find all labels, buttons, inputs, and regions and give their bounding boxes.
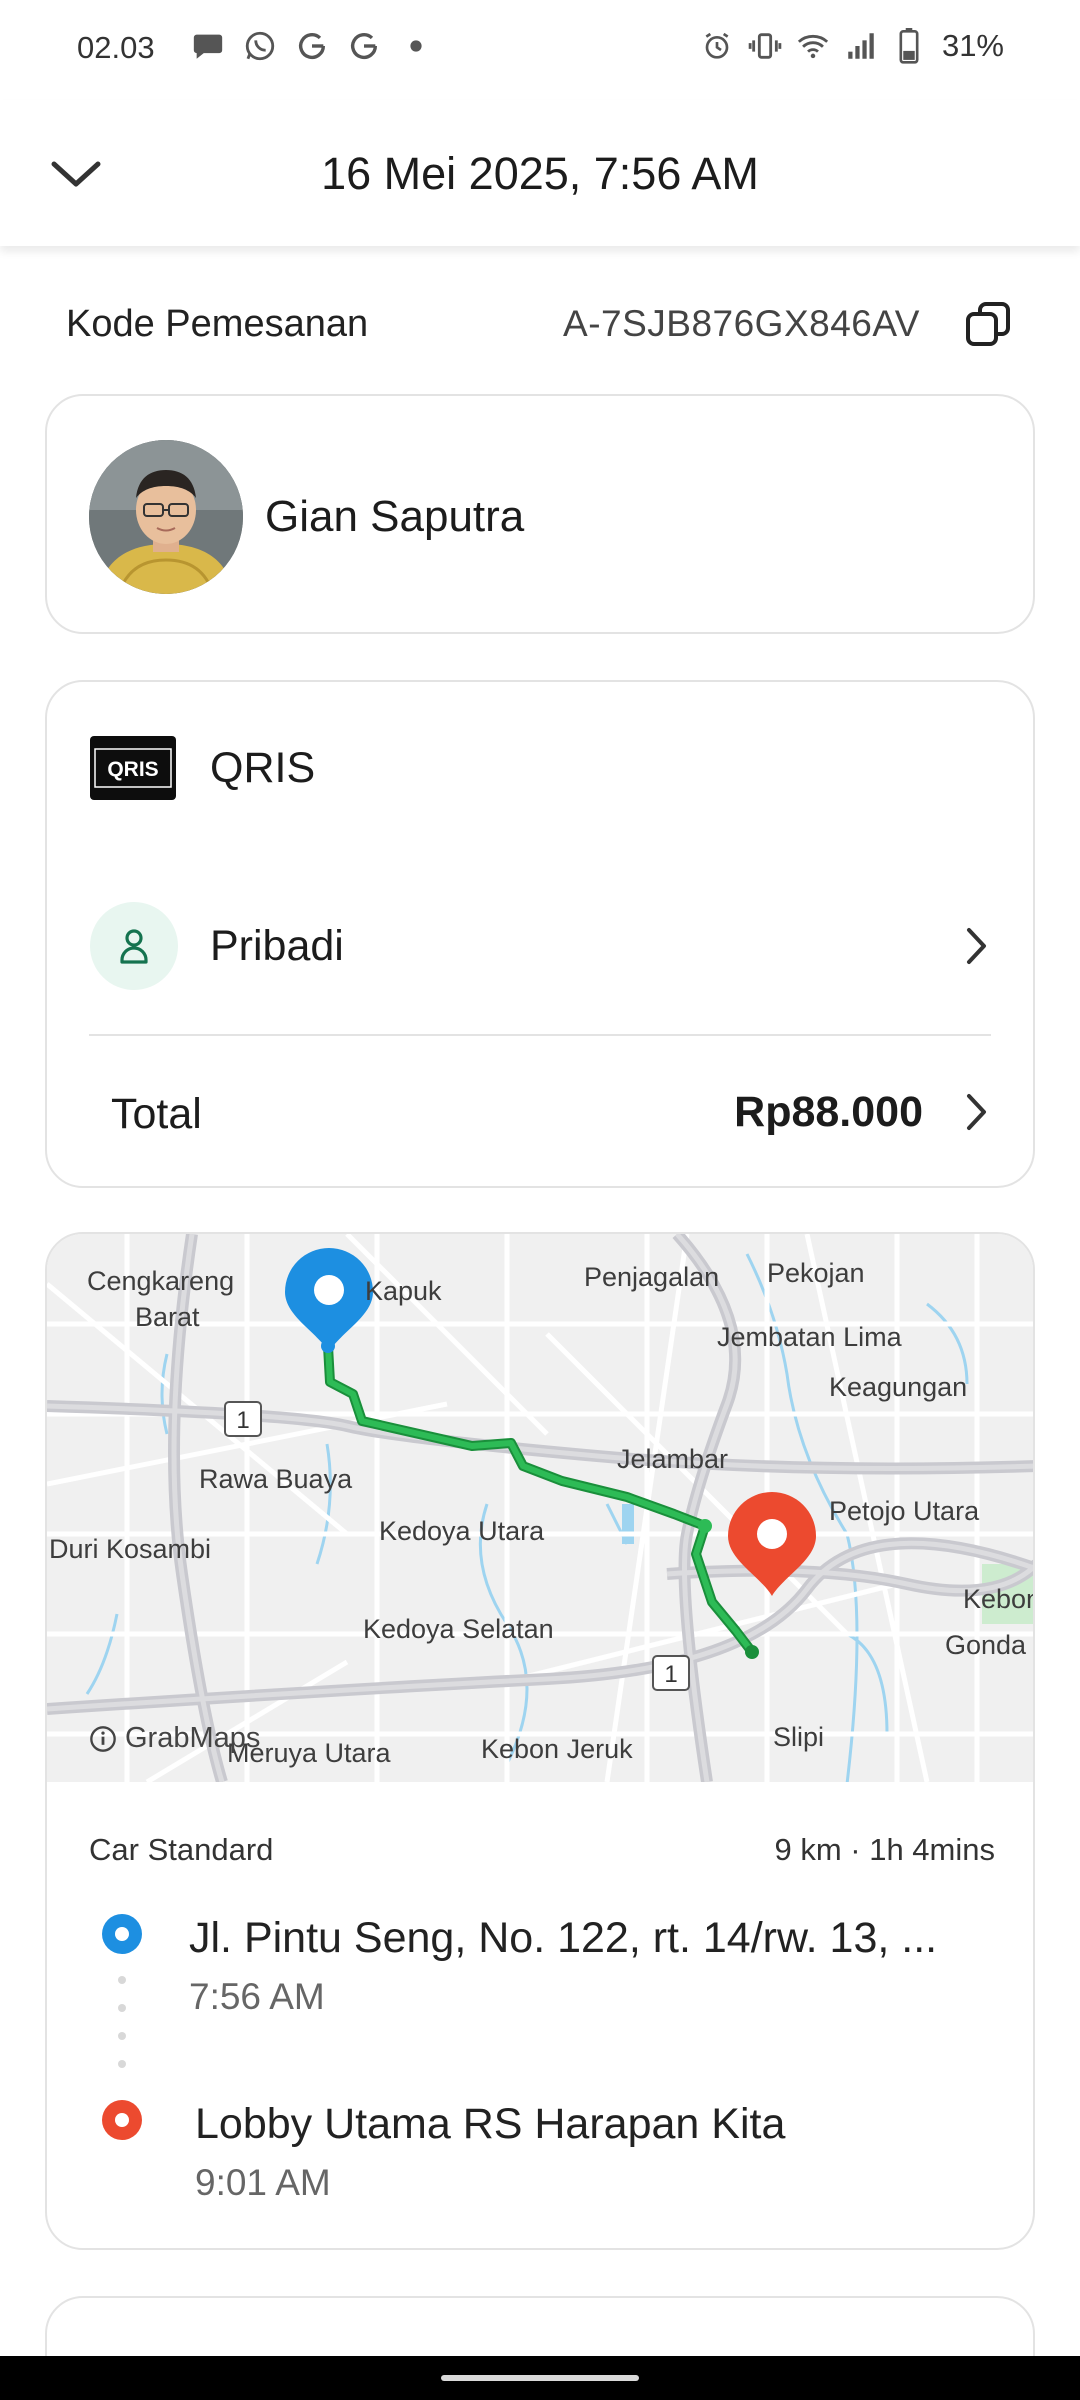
route-dot xyxy=(118,2032,126,2040)
whatsapp-icon xyxy=(242,28,278,64)
status-bar: 02.03 31% xyxy=(0,0,1080,100)
map-label: Kedoya Utara xyxy=(379,1516,545,1546)
home-handle[interactable] xyxy=(441,2375,639,2381)
vibrate-icon xyxy=(748,28,782,64)
map-label: Kapuk xyxy=(365,1276,442,1306)
map-label: Kebon Jeruk xyxy=(481,1734,633,1764)
chevron-right-icon xyxy=(957,1092,997,1132)
map-label: Kedoya Selatan xyxy=(363,1614,554,1644)
pickup-address: Jl. Pintu Seng, No. 122, rt. 14/rw. 13, … xyxy=(189,1914,938,1962)
map-label: Penjagalan xyxy=(584,1262,720,1292)
booking-code-label: Kode Pemesanan xyxy=(66,302,369,345)
map-label: Petojo Utara xyxy=(829,1496,980,1526)
dropoff-time: 9:01 AM xyxy=(195,2162,331,2203)
battery-percentage: 31% xyxy=(941,28,1004,63)
total-label: Total xyxy=(111,1090,202,1138)
header: 16 Mei 2025, 7:56 AM xyxy=(0,100,1080,246)
avatar xyxy=(89,440,243,594)
road-shield: 1 xyxy=(652,1655,690,1691)
google-icon xyxy=(346,28,382,64)
route-dot xyxy=(118,2004,126,2012)
route-map[interactable]: 1 1 Cengkareng Barat Kapuk Penjagalan Pe… xyxy=(47,1234,1035,1782)
chat-bubble-icon xyxy=(190,28,226,64)
map-label: Jelambar xyxy=(617,1444,729,1474)
total-value: Rp88.000 xyxy=(734,1088,923,1136)
dot-icon xyxy=(398,28,434,64)
map-label: Keagungan xyxy=(829,1372,968,1402)
battery-icon xyxy=(892,28,926,64)
chevron-right-icon xyxy=(957,926,997,966)
map-label: Gonda xyxy=(945,1630,1027,1660)
trip-card: 1 1 Cengkareng Barat Kapuk Penjagalan Pe… xyxy=(45,1232,1035,2250)
vehicle-type: Car Standard xyxy=(89,1832,274,1867)
map-label: Cengkareng xyxy=(87,1266,235,1296)
route-dot xyxy=(118,2060,126,2068)
profile-icon-wrap xyxy=(90,902,178,990)
dropoff-marker-icon xyxy=(102,2100,142,2140)
map-label: Pekojan xyxy=(767,1258,865,1288)
map-label: Barat xyxy=(135,1302,200,1332)
trip-details: Car Standard 9 km · 1h 4mins Jl. Pintu S… xyxy=(47,1782,1033,2248)
map-label: Slipi xyxy=(773,1722,825,1752)
page-title: 16 Mei 2025, 7:56 AM xyxy=(321,148,759,199)
dropoff-address: Lobby Utama RS Harapan Kita xyxy=(195,2100,786,2148)
pickup-time: 7:56 AM xyxy=(189,1976,325,2017)
alarm-icon xyxy=(700,28,734,64)
map-label: Duri Kosambi xyxy=(49,1534,212,1564)
map-label: Rawa Buaya xyxy=(199,1464,353,1494)
map-attribution: GrabMaps xyxy=(89,1722,260,1755)
divider xyxy=(89,1034,991,1036)
qris-logo: QRIS xyxy=(90,736,176,800)
copy-button[interactable] xyxy=(962,298,1014,350)
driver-card[interactable]: Gian Saputra xyxy=(45,394,1035,634)
route-dot xyxy=(118,1976,126,1984)
person-icon xyxy=(120,929,148,964)
notification-icons xyxy=(190,28,434,64)
pickup-marker-icon xyxy=(102,1914,142,1954)
booking-code-value: A-7SJB876GX846AV xyxy=(563,303,920,344)
svg-text:1: 1 xyxy=(236,1407,249,1434)
qris-logo-text: QRIS xyxy=(107,758,158,781)
road-shield: 1 xyxy=(224,1401,262,1437)
navigation-bar xyxy=(0,2356,1080,2400)
map-label: Jembatan Lima xyxy=(717,1322,902,1352)
profile-label: Pribadi xyxy=(210,922,344,970)
payment-method: QRIS xyxy=(210,744,316,792)
driver-name: Gian Saputra xyxy=(265,492,525,541)
signal-icon xyxy=(844,28,878,64)
attribution-text: GrabMaps xyxy=(125,1722,261,1754)
svg-text:1: 1 xyxy=(664,1661,677,1688)
info-icon xyxy=(90,1725,116,1752)
status-time: 02.03 xyxy=(77,30,155,65)
booking-code-row: Kode Pemesanan A-7SJB876GX846AV xyxy=(66,296,1014,352)
distance-duration: 9 km · 1h 4mins xyxy=(774,1832,995,1867)
copy-icon xyxy=(966,302,1010,346)
map-label: Kebon xyxy=(963,1584,1035,1614)
wifi-icon xyxy=(796,28,830,64)
payment-card: QRIS QRIS Pribadi Total Rp88.000 xyxy=(45,680,1035,1188)
system-icons: 31% xyxy=(700,28,1004,64)
google-icon xyxy=(294,28,330,64)
